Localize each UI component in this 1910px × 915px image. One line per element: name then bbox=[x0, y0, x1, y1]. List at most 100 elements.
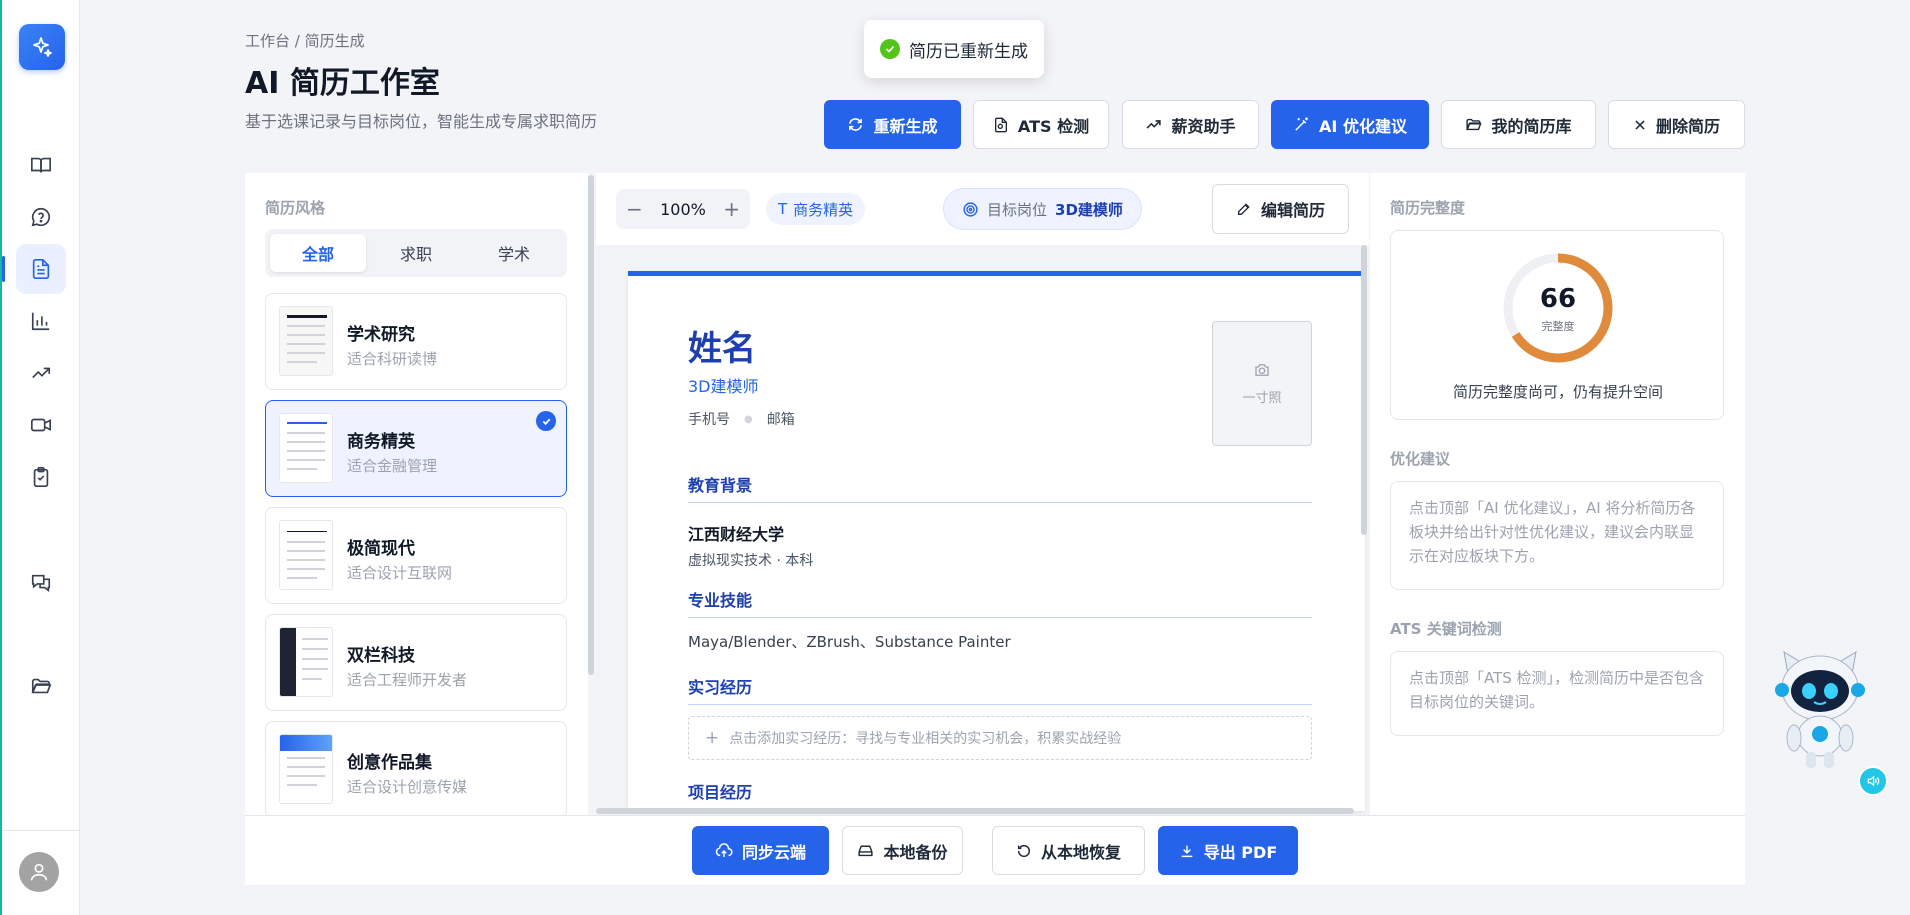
template-thumbnail bbox=[279, 734, 333, 804]
sync-cloud-label: 同步云端 bbox=[741, 842, 806, 862]
suggestions-hint: 点击顶部「AI 优化建议」，AI 将分析简历各板块并给出针对性优化建议，建议会内… bbox=[1409, 499, 1696, 565]
book-icon[interactable] bbox=[16, 140, 66, 190]
export-pdf-button[interactable]: 导出 PDF bbox=[1158, 826, 1298, 875]
robot-assistant-icon[interactable] bbox=[1774, 646, 1866, 772]
trend-icon[interactable] bbox=[16, 348, 66, 398]
restore-local-label: 从本地恢复 bbox=[1040, 842, 1121, 862]
video-icon[interactable] bbox=[16, 400, 66, 450]
skills-section-title: 专业技能 bbox=[688, 587, 1312, 618]
template-card-tech[interactable]: 双栏科技 适合工程师开发者 bbox=[265, 614, 567, 711]
sync-cloud-button[interactable]: 同步云端 bbox=[692, 826, 829, 875]
export-pdf-label: 导出 PDF bbox=[1203, 842, 1278, 862]
bar-chart-icon[interactable] bbox=[16, 296, 66, 346]
delete-resume-label: 删除简历 bbox=[1655, 116, 1720, 136]
template-desc: 适合工程师开发者 bbox=[347, 671, 468, 689]
delete-resume-button[interactable]: 删除简历 bbox=[1608, 100, 1745, 149]
resume-phone: 手机号 bbox=[688, 412, 730, 428]
tab-all[interactable]: 全部 bbox=[270, 234, 366, 272]
suggestions-title: 优化建议 bbox=[1390, 450, 1451, 468]
style-panel-scrollbar[interactable] bbox=[588, 175, 594, 675]
hard-drive-icon bbox=[858, 845, 874, 857]
template-thumbnail bbox=[279, 627, 333, 697]
restore-local-button[interactable]: 从本地恢复 bbox=[992, 826, 1145, 875]
avatar[interactable] bbox=[19, 852, 59, 892]
file-scan-icon bbox=[994, 117, 1007, 132]
internship-section-title: 实习经历 bbox=[688, 674, 1312, 705]
page-subtitle: 基于选课记录与目标岗位，智能生成专属求职简历 bbox=[245, 112, 598, 131]
add-internship-button[interactable]: + 点击添加实习经历：寻找与专业相关的实习机会，积累实战经验 bbox=[688, 716, 1312, 760]
template-name: 双栏科技 bbox=[347, 646, 415, 666]
preview-scrollbar-horizontal[interactable] bbox=[596, 808, 1354, 814]
check-circle-icon bbox=[880, 39, 900, 59]
chat-icon[interactable] bbox=[16, 558, 66, 608]
edit-resume-button[interactable]: 编辑简历 bbox=[1212, 184, 1349, 234]
refresh-icon bbox=[849, 118, 863, 131]
resume-email: 邮箱 bbox=[766, 412, 795, 428]
question-icon[interactable] bbox=[16, 192, 66, 242]
folder-icon[interactable] bbox=[16, 661, 66, 711]
template-name: 学术研究 bbox=[347, 325, 415, 345]
zoom-in-button[interactable]: + bbox=[723, 197, 740, 221]
template-card-academic[interactable]: 学术研究 适合科研读博 bbox=[265, 293, 567, 390]
template-chip: T 商务精英 bbox=[766, 193, 866, 225]
template-card-minimal[interactable]: 极简现代 适合设计互联网 bbox=[265, 507, 567, 604]
target-position-value: 3D建模师 bbox=[1055, 200, 1123, 219]
template-desc: 适合金融管理 bbox=[347, 457, 438, 475]
ats-hint: 点击顶部「ATS 检测」，检测简历中是否包含目标岗位的关键词。 bbox=[1409, 669, 1705, 711]
breadcrumb: 工作台 / 简历生成 bbox=[245, 32, 365, 50]
regenerate-label: 重新生成 bbox=[873, 116, 938, 136]
template-card-business[interactable]: 商务精英 适合金融管理 bbox=[265, 400, 567, 497]
template-desc: 适合设计互联网 bbox=[347, 564, 453, 582]
resume-icon[interactable] bbox=[2, 244, 66, 294]
target-icon bbox=[963, 201, 978, 217]
zoom-level: 100% bbox=[660, 199, 706, 219]
resume-library-button[interactable]: 我的简历库 bbox=[1441, 100, 1596, 149]
ai-optimize-button[interactable]: AI 优化建议 bbox=[1271, 100, 1429, 149]
template-thumbnail bbox=[279, 520, 333, 590]
page-title: AI 简历工作室 bbox=[245, 66, 440, 101]
edit-resume-label: 编辑简历 bbox=[1260, 201, 1325, 220]
preview-scrollbar-vertical[interactable] bbox=[1361, 245, 1367, 535]
template-desc: 适合设计创意传媒 bbox=[347, 778, 468, 796]
target-position-chip[interactable]: 目标岗位 3D建模师 bbox=[943, 188, 1142, 230]
resume-role: 3D建模师 bbox=[688, 377, 759, 396]
magic-wand-icon bbox=[1295, 117, 1308, 131]
suggestions-card: 点击顶部「AI 优化建议」，AI 将分析简历各板块并给出针对性优化建议，建议会内… bbox=[1390, 481, 1724, 590]
trend-icon bbox=[1147, 120, 1162, 129]
tab-job[interactable]: 求职 bbox=[368, 234, 464, 272]
zoom-out-button[interactable]: − bbox=[626, 197, 643, 221]
pencil-icon bbox=[1237, 203, 1250, 215]
completeness-title: 简历完整度 bbox=[1390, 199, 1466, 217]
local-backup-button[interactable]: 本地备份 bbox=[842, 826, 963, 875]
speaker-icon[interactable] bbox=[1858, 766, 1888, 796]
template-name: 极简现代 bbox=[347, 539, 415, 559]
download-icon bbox=[1181, 845, 1193, 857]
sidebar bbox=[0, 0, 80, 915]
ats-check-button[interactable]: ATS 检测 bbox=[973, 100, 1109, 149]
sidebar-divider bbox=[2, 830, 80, 831]
education-section-title: 教育背景 bbox=[688, 472, 1312, 503]
add-internship-label: 点击添加实习经历：寻找与专业相关的实习机会，积累实战经验 bbox=[729, 731, 1122, 747]
clipboard-check-icon[interactable] bbox=[16, 452, 66, 502]
photo-placeholder[interactable]: 一寸照 bbox=[1212, 321, 1312, 446]
salary-assistant-button[interactable]: 薪资助手 bbox=[1122, 100, 1259, 149]
completeness-caption: 完整度 bbox=[1541, 320, 1575, 333]
camera-icon bbox=[1255, 364, 1269, 376]
tab-academic[interactable]: 学术 bbox=[466, 234, 562, 272]
major-line: 虚拟现实技术 · 本科 bbox=[688, 553, 814, 569]
template-thumbnail bbox=[279, 413, 333, 483]
template-name: 创意作品集 bbox=[347, 753, 432, 773]
template-card-creative[interactable]: 创意作品集 适合设计创意传媒 bbox=[265, 721, 567, 815]
regenerate-button[interactable]: 重新生成 bbox=[824, 100, 961, 149]
text-type-icon: T bbox=[778, 200, 788, 218]
style-filter-tabs: 全部 求职 学术 bbox=[265, 229, 567, 277]
resume-contact: 手机号 ● 邮箱 bbox=[688, 409, 795, 429]
plus-icon: + bbox=[705, 728, 720, 748]
resume-page: 姓名 3D建模师 手机号 ● 邮箱 一寸照 教育背景 江西财经大学 虚拟现实技术… bbox=[628, 271, 1365, 811]
toast-message: 简历已重新生成 bbox=[909, 41, 1028, 62]
completeness-hint: 简历完整度尚可，仍有提升空间 bbox=[1452, 383, 1663, 401]
sparkles-icon[interactable] bbox=[19, 24, 65, 70]
project-section-title: 项目经历 bbox=[688, 783, 753, 802]
resume-library-label: 我的简历库 bbox=[1491, 116, 1572, 136]
template-desc: 适合科研读博 bbox=[347, 350, 438, 368]
